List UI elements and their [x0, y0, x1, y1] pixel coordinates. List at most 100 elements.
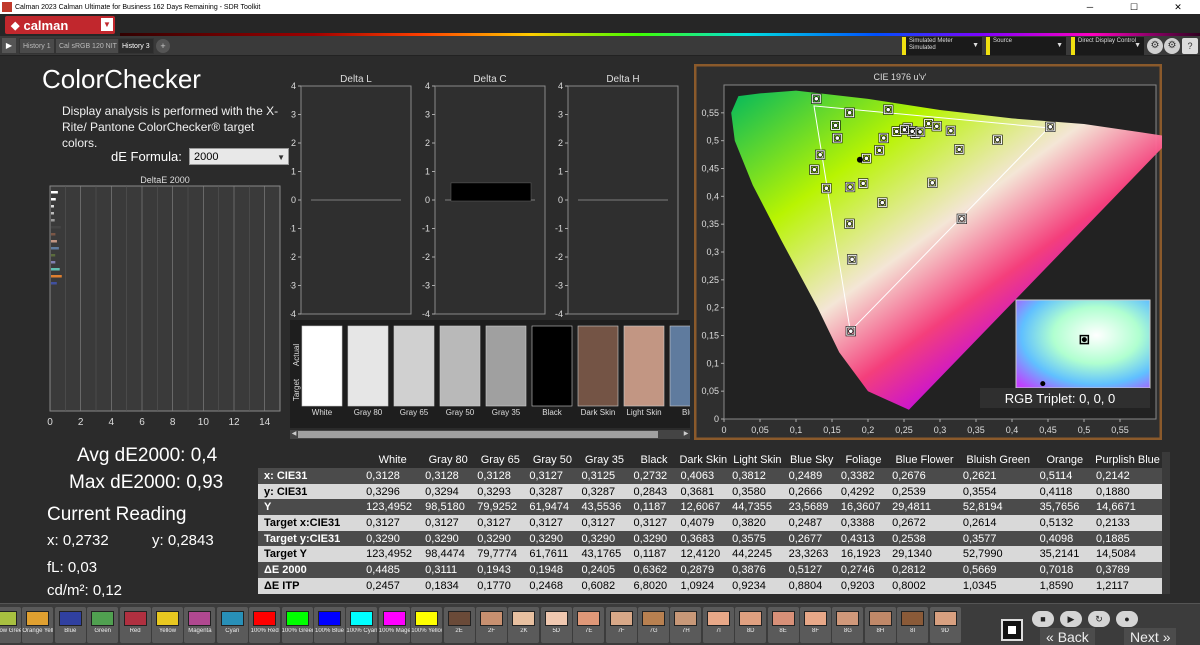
formula-select[interactable]: 2000 ▼	[189, 148, 289, 165]
color-patch-button[interactable]: 100% Green	[281, 607, 313, 643]
deltae-tick-label: 2	[78, 417, 84, 428]
stop-icon[interactable]: ■	[1032, 611, 1054, 627]
scroll-left-icon[interactable]: ◀	[290, 430, 298, 439]
loop-icon[interactable]: ↻	[1088, 611, 1110, 627]
color-patch-button[interactable]: 2F	[476, 607, 507, 643]
table-cell: 0,5127	[785, 562, 838, 578]
play-icon[interactable]: ▶	[2, 38, 16, 53]
tab-history-3[interactable]: History 3	[118, 38, 154, 54]
display-select[interactable]: Direct Display Control ▼	[1071, 37, 1144, 55]
deltae-tick-label: 14	[259, 417, 271, 428]
table-row: Y 123,4952 98,5180 79,9252 61,9474 43,5536 0,1…	[258, 499, 1162, 516]
maximize-button[interactable]: ☐	[1112, 2, 1156, 13]
color-patch-button[interactable]: 8D	[735, 607, 767, 643]
scrollbar-thumb[interactable]	[298, 431, 658, 438]
table-cell: 29,4811	[889, 499, 960, 516]
color-patch-button[interactable]: 100% Red	[249, 607, 281, 643]
color-patch-button[interactable]: Yellow	[152, 607, 183, 643]
back-button[interactable]: « Back	[1040, 628, 1095, 645]
color-swatch	[531, 325, 573, 407]
next-button[interactable]: Next »	[1124, 628, 1177, 645]
settings-gear-icon-2[interactable]: ⚙	[1164, 38, 1180, 54]
cie-measured-point	[876, 147, 882, 153]
cie-y-tick-label: 0,2	[706, 303, 719, 313]
table-cell: 0,9234	[729, 577, 786, 594]
table-cell: 0,2468	[526, 577, 579, 594]
patch-swatch	[285, 611, 309, 626]
color-patch-button[interactable]: Blue	[54, 607, 86, 643]
color-patch-button[interactable]: 7E	[573, 607, 605, 643]
color-swatch	[393, 325, 435, 407]
add-tab-button[interactable]: +	[156, 39, 170, 53]
color-patch-button[interactable]: 8F	[800, 607, 831, 643]
tab-history-1[interactable]: History 1	[19, 38, 55, 54]
cie-diagram: CIE 1976 u'v' 0 0,05 0,1 0,15 0,2 0,25 0,3 0,35 0…	[694, 64, 1162, 440]
table-cell: 0,2614	[959, 515, 1037, 531]
app-header: ◆ calman ▼	[0, 14, 1200, 36]
color-patch-button[interactable]: Magenta	[184, 607, 216, 643]
color-patch-button[interactable]: Orange Yellow	[22, 607, 54, 643]
delta-tick-label: -4	[555, 309, 563, 319]
table-cell: 0,2676	[889, 468, 960, 484]
table-cell: 0,2487	[785, 515, 838, 531]
table-cell: 0,3382	[837, 468, 890, 484]
delta-bar	[450, 182, 532, 202]
stop-button[interactable]	[1001, 619, 1023, 641]
cie-x-tick-label: 0,25	[895, 425, 913, 435]
calman-logo[interactable]: ◆ calman ▼	[5, 16, 115, 34]
settings-gear-icon[interactable]: ⚙	[1147, 38, 1163, 54]
minimize-button[interactable]: ─	[1068, 2, 1112, 12]
color-patch-button[interactable]: Green	[87, 607, 119, 643]
color-patch-button[interactable]: 8E	[767, 607, 799, 643]
color-patch-button[interactable]: 2E	[443, 607, 475, 643]
swatch-scrollbar[interactable]: ◀ ▶	[290, 430, 690, 439]
color-patch-button[interactable]: 8I	[897, 607, 929, 643]
color-patch-button[interactable]: 7G	[638, 607, 669, 643]
color-patch-button[interactable]: 7H	[670, 607, 702, 643]
color-patch-button[interactable]: Red	[119, 607, 151, 643]
color-patch-button[interactable]: 100% Blue	[314, 607, 345, 643]
table-cell: 0,1187	[630, 546, 678, 563]
color-patch-button[interactable]: 7F	[605, 607, 637, 643]
cie-x-tick-label: 0,15	[823, 425, 841, 435]
table-column-header: Orange	[1046, 454, 1084, 466]
color-patch-button[interactable]: 100% Magenta	[378, 607, 410, 643]
record-icon[interactable]: ●	[1116, 611, 1138, 627]
cie-measured-point	[894, 128, 900, 135]
cie-measured-point	[847, 184, 853, 190]
table-cell: 0,4118	[1036, 483, 1094, 500]
table-cell: 23,3263	[785, 546, 838, 563]
color-patch-button[interactable]: 9D	[929, 607, 961, 643]
close-button[interactable]: ✕	[1156, 2, 1200, 13]
cie-measured-point	[934, 123, 940, 129]
window-title: Calman 2023 Calman Ultimate for Business…	[15, 3, 261, 11]
color-patch-button[interactable]: 5D	[540, 607, 572, 643]
table-cell: 0,3580	[729, 483, 786, 500]
chevron-down-icon[interactable]: ▼	[101, 18, 113, 31]
color-patch-button[interactable]: 8H	[864, 607, 896, 643]
color-patch-button[interactable]: 2K	[508, 607, 540, 643]
color-patch-button[interactable]: Cyan	[216, 607, 248, 643]
table-cell: 0,3290	[630, 530, 678, 547]
patch-label: 100% Green	[281, 628, 313, 634]
meter-select[interactable]: Simulated Meter Simulated ▼	[902, 37, 982, 55]
table-cell: 0,7018	[1036, 562, 1094, 578]
play-icon[interactable]: ▶	[1060, 611, 1082, 627]
deltae-bar	[51, 205, 54, 208]
source-select[interactable]: Source ▼	[986, 37, 1066, 55]
color-patch-button[interactable]: 100% Yellow	[411, 607, 443, 643]
table-row: ΔE ITP 0,2457 0,1834 0,1770 0,2468 0,6082 6,80…	[258, 577, 1162, 594]
table-scrollbar[interactable]	[1162, 452, 1170, 594]
color-patch-button[interactable]: 7I	[702, 607, 734, 643]
cie-x-tick-label: 0,35	[967, 425, 985, 435]
table-cell: 35,2141	[1036, 546, 1094, 563]
color-patch-button[interactable]: Yellow Green	[0, 607, 21, 643]
color-swatch	[347, 325, 389, 407]
tab-cal-srgb[interactable]: Cal sRGB 120 NIT	[55, 38, 121, 54]
help-button[interactable]: ?	[1182, 38, 1198, 54]
table-cell: 0,5114	[1036, 468, 1094, 484]
scroll-right-icon[interactable]: ▶	[682, 430, 690, 439]
color-patch-button[interactable]: 8G	[832, 607, 864, 643]
patch-label: 5D	[552, 628, 561, 634]
color-patch-button[interactable]: 100% Cyan	[346, 607, 378, 643]
